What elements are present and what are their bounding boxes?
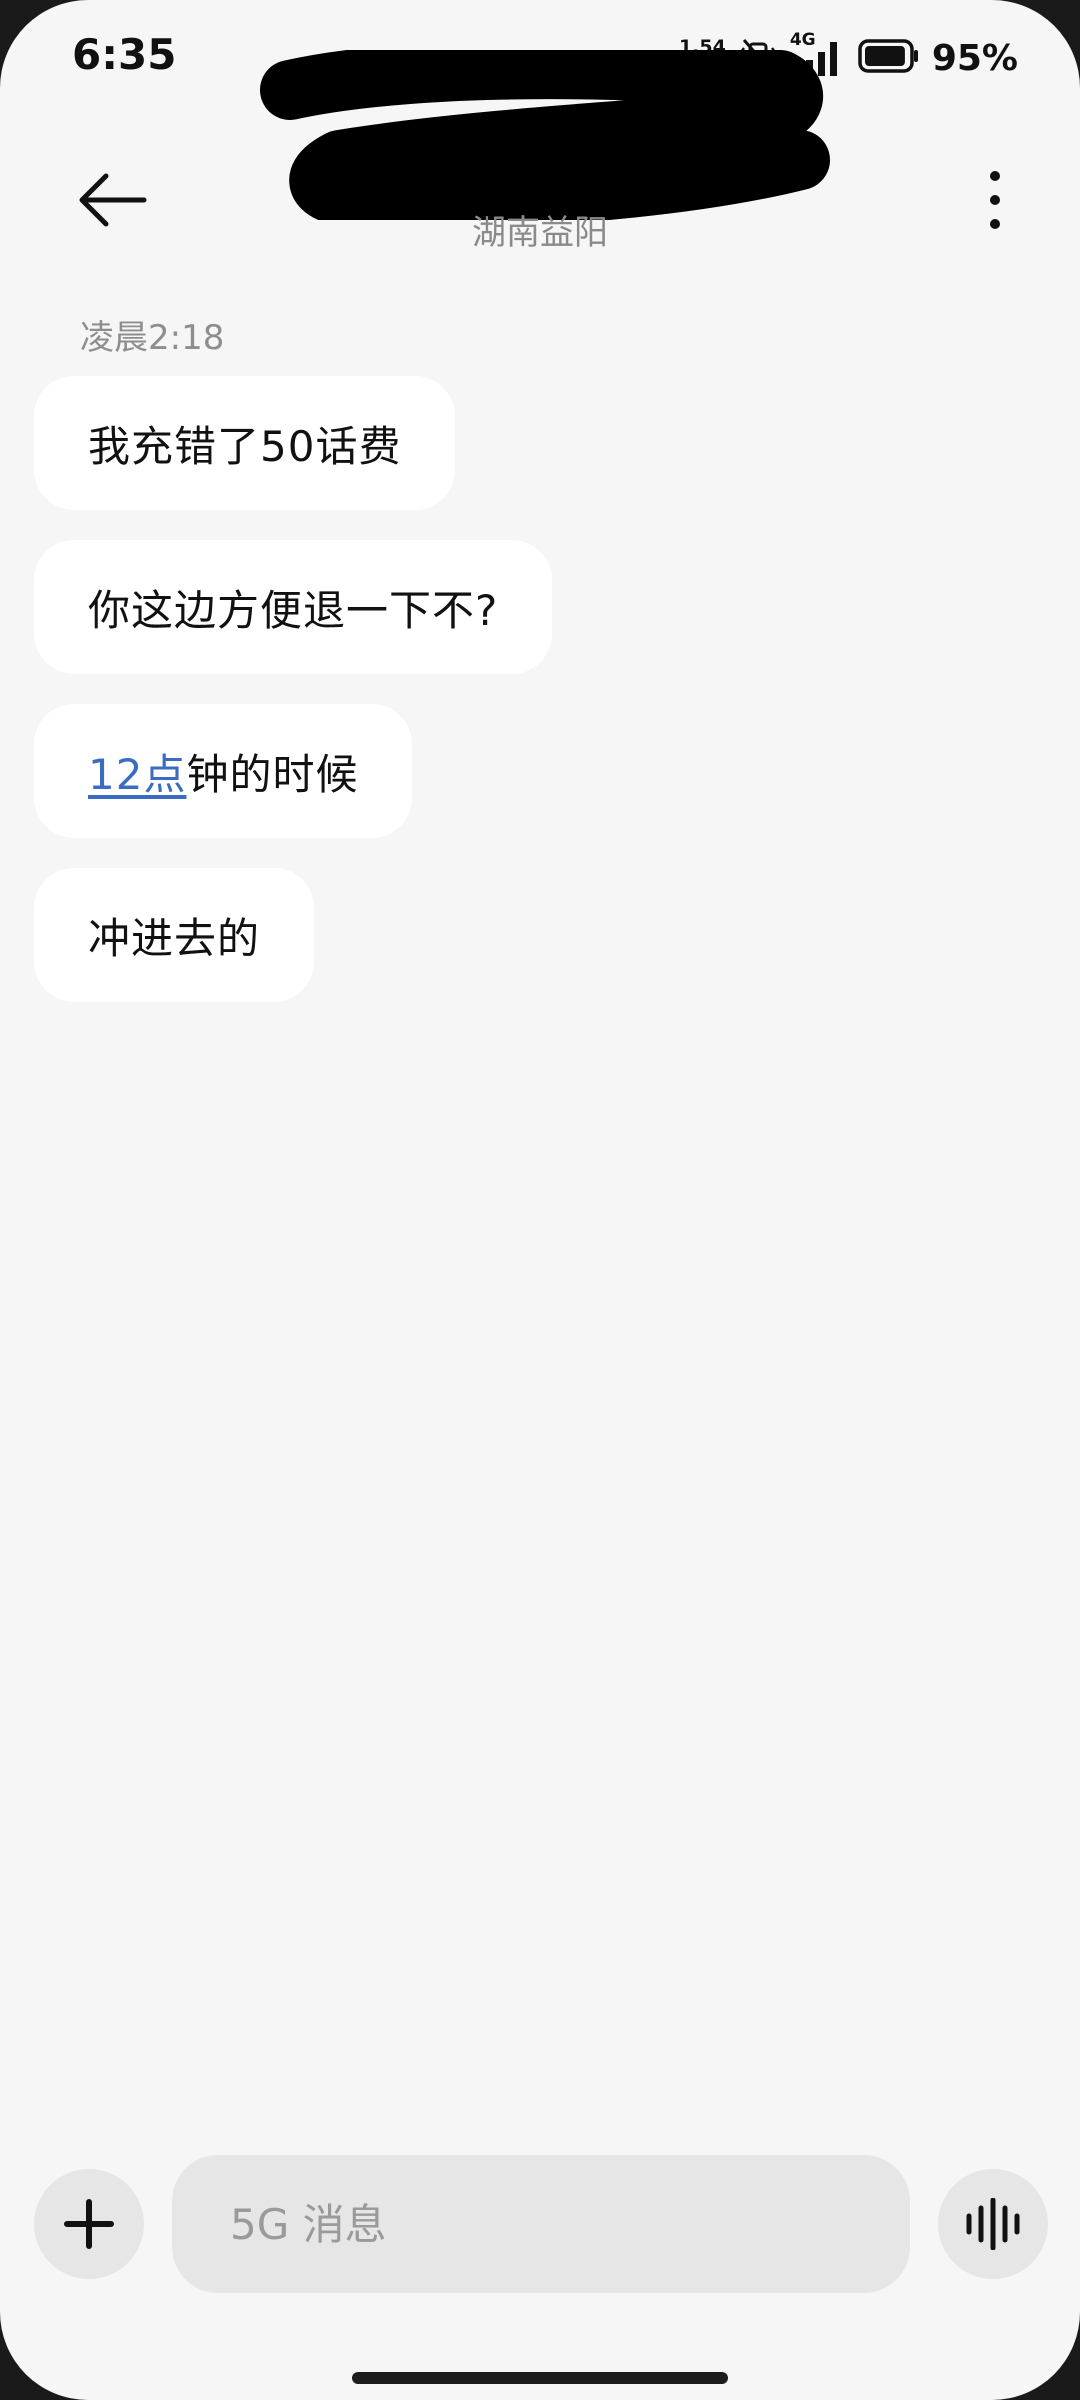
redaction-scribble — [260, 50, 830, 220]
message-bubble[interactable]: 12点 钟的时候 — [34, 704, 413, 838]
time-link[interactable]: 12点 — [88, 741, 186, 802]
home-indicator[interactable] — [352, 2372, 728, 2384]
battery-percent: 95% — [931, 37, 1018, 79]
message-input[interactable] — [228, 2198, 872, 2250]
status-time: 6:35 — [72, 30, 177, 79]
message-bubble[interactable]: 冲进去的 — [34, 868, 315, 1002]
message-text: 你这边方便退一下不? — [88, 585, 499, 635]
message-bubble[interactable]: 我充错了50话费 — [34, 376, 456, 510]
voice-input-button[interactable] — [938, 2169, 1048, 2279]
voice-waveform-icon — [966, 2198, 1020, 2250]
phone-screen: 6:35 1.54 4G 95% 湖南益阳 凌晨2:18 我充错了50话费 你这… — [0, 0, 1080, 2400]
message-timestamp: 凌晨2:18 — [80, 318, 225, 358]
message-text: 钟的时候 — [186, 749, 359, 799]
message-input-container[interactable] — [172, 2155, 910, 2293]
message-text: 我充错了50话费 — [88, 421, 402, 471]
add-attachment-button[interactable] — [34, 2169, 144, 2279]
more-vertical-icon — [990, 171, 1000, 229]
message-list: 我充错了50话费 你这边方便退一下不? 12点 钟的时候 冲进去的 — [34, 376, 553, 1002]
contact-location: 湖南益阳 — [472, 213, 608, 253]
message-text: 冲进去的 — [88, 913, 261, 963]
battery-icon — [858, 38, 920, 78]
message-bubble[interactable]: 你这边方便退一下不? — [34, 540, 553, 674]
more-options-button[interactable] — [960, 145, 1030, 255]
plus-icon — [64, 2199, 114, 2249]
